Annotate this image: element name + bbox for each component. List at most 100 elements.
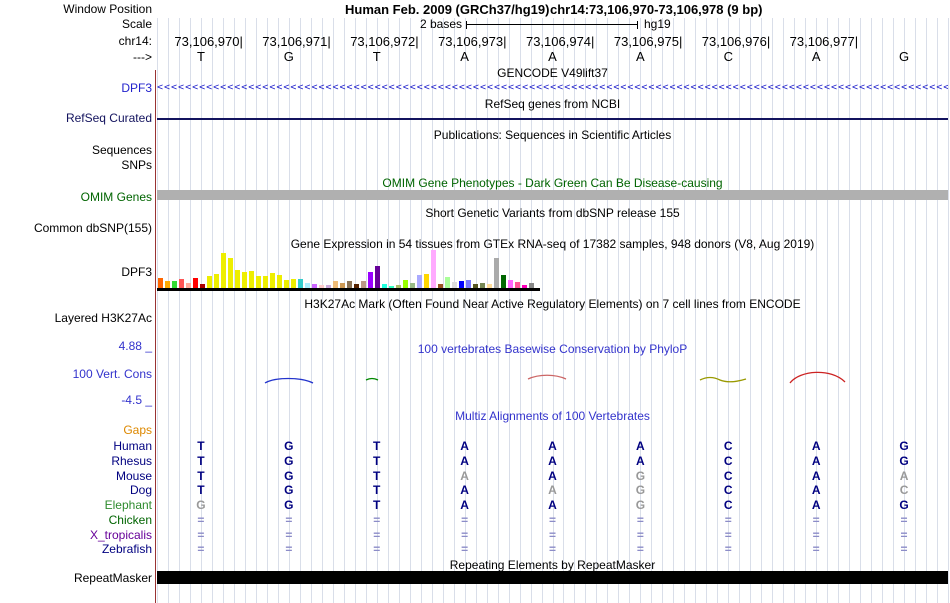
gtex-gene-label[interactable]: DPF3 <box>0 265 152 279</box>
scale-genome-label: hg19 <box>644 17 671 31</box>
dbsnp-track-title[interactable]: Short Genetic Variants from dbSNP releas… <box>157 206 948 220</box>
gtex-tissue-bar[interactable] <box>396 285 401 288</box>
gtex-tissue-bar[interactable] <box>522 285 527 288</box>
alignment-base: G <box>284 439 294 453</box>
gtex-tissue-bar[interactable] <box>529 283 534 288</box>
sequences-label[interactable]: Sequences <box>0 143 152 157</box>
gtex-tissue-bar[interactable] <box>347 281 352 288</box>
gtex-tissue-bar[interactable] <box>326 285 331 288</box>
gtex-tissue-bar[interactable] <box>452 282 457 288</box>
gtex-tissue-bar[interactable] <box>179 279 184 288</box>
gtex-tissue-bar[interactable] <box>466 280 471 288</box>
alignment-base: = <box>461 527 469 542</box>
gtex-tissue-bar[interactable] <box>172 281 177 288</box>
gtex-tissue-bar[interactable] <box>508 280 513 288</box>
gtex-tissue-bar[interactable] <box>284 280 289 288</box>
gtex-tissue-bar[interactable] <box>445 277 450 288</box>
gtex-tissue-bar[interactable] <box>375 266 380 288</box>
gtex-tissue-bar[interactable] <box>214 274 219 288</box>
gtex-tissue-bar[interactable] <box>473 284 478 288</box>
gtex-tissue-bar[interactable] <box>298 279 303 288</box>
alignment-base: G <box>284 498 294 512</box>
gtex-tissue-bar[interactable] <box>193 278 198 288</box>
alignment-base: = <box>461 542 469 557</box>
gtex-tissue-bar[interactable] <box>235 270 240 288</box>
gtex-tissue-bar[interactable] <box>186 283 191 288</box>
h3k27ac-label[interactable]: Layered H3K27Ac <box>0 311 152 325</box>
gtex-tissue-bar[interactable] <box>242 272 247 288</box>
gtex-tissue-bar[interactable] <box>459 281 464 288</box>
gtex-tissue-bar[interactable] <box>165 281 170 288</box>
refseq-gene-line[interactable] <box>157 118 948 120</box>
species-label-mouse[interactable]: Mouse <box>0 469 152 483</box>
species-label-x_tropicalis[interactable]: X_tropicalis <box>0 528 152 542</box>
gtex-tissue-bar[interactable] <box>480 283 485 288</box>
omim-track-title[interactable]: OMIM Gene Phenotypes - Dark Green Can Be… <box>157 176 948 190</box>
omim-genes-label[interactable]: OMIM Genes <box>0 190 152 204</box>
gtex-tissue-bar[interactable] <box>354 284 359 288</box>
species-label-elephant[interactable]: Elephant <box>0 498 152 512</box>
alignment-base: A <box>460 483 469 498</box>
species-label-chicken[interactable]: Chicken <box>0 513 152 527</box>
repeatmasker-track-title[interactable]: Repeating Elements by RepeatMasker <box>157 558 948 572</box>
alignment-base: C <box>723 483 733 498</box>
gtex-tissue-bar[interactable] <box>263 276 268 288</box>
omim-gene-bar[interactable] <box>157 190 948 200</box>
gaps-label[interactable]: Gaps <box>0 423 152 437</box>
gtex-tissue-bar[interactable] <box>256 276 261 288</box>
gencode-track-title[interactable]: GENCODE V49lift37 <box>157 66 948 80</box>
gtex-tissue-bar[interactable] <box>368 272 373 288</box>
gencode-gene-label[interactable]: DPF3 <box>0 81 152 95</box>
gencode-gene-line[interactable]: <<<<<<<<<<<<<<<<<<<<<<<<<<<<<<<<<<<<<<<<… <box>157 81 948 94</box>
species-label-rhesus[interactable]: Rhesus <box>0 454 152 468</box>
gtex-tissue-bar[interactable] <box>333 281 338 288</box>
gtex-tissue-bar[interactable] <box>515 282 520 288</box>
gtex-tissue-bar[interactable] <box>361 281 366 288</box>
alignment-base: G <box>635 498 646 512</box>
phylop-mark <box>365 377 379 381</box>
snps-label[interactable]: SNPs <box>0 158 152 172</box>
gtex-tissue-bar[interactable] <box>501 275 506 288</box>
gtex-tissue-bar[interactable] <box>291 279 296 288</box>
gtex-tissue-bar[interactable] <box>403 280 408 288</box>
gtex-tissue-bar[interactable] <box>158 278 163 288</box>
gtex-tissue-bar[interactable] <box>417 275 422 288</box>
multiz-track-title[interactable]: Multiz Alignments of 100 Vertebrates <box>157 409 948 423</box>
species-label-human[interactable]: Human <box>0 439 152 453</box>
phylop-wiggle[interactable] <box>157 345 948 403</box>
gtex-tissue-bar[interactable] <box>494 258 499 288</box>
gtex-tissue-bar[interactable] <box>228 258 233 288</box>
repeatmasker-bar[interactable] <box>157 571 948 584</box>
gtex-tissue-bar[interactable] <box>340 283 345 288</box>
gtex-track-title[interactable]: Gene Expression in 54 tissues from GTEx … <box>157 237 948 251</box>
gtex-tissue-bar[interactable] <box>277 275 282 288</box>
gtex-baseline[interactable] <box>157 288 540 291</box>
gtex-tissue-bar[interactable] <box>424 274 429 288</box>
h3k27ac-track-title[interactable]: H3K27Ac Mark (Often Found Near Active Re… <box>157 297 948 311</box>
gtex-tissue-bar[interactable] <box>221 253 226 288</box>
alignment-base: = <box>197 542 205 557</box>
repeatmasker-label[interactable]: RepeatMasker <box>0 571 152 585</box>
gtex-tissue-bar[interactable] <box>431 250 436 288</box>
refseq-curated-label[interactable]: RefSeq Curated <box>0 111 152 125</box>
gtex-tissue-bar[interactable] <box>312 284 317 288</box>
strand-arrow-label[interactable]: ---> <box>0 50 152 64</box>
gtex-tissue-bar[interactable] <box>410 283 415 288</box>
gtex-tissue-bar[interactable] <box>207 276 212 288</box>
publications-track-title[interactable]: Publications: Sequences in Scientific Ar… <box>157 128 948 142</box>
alignment-base: = <box>373 542 381 557</box>
gtex-tissue-bar[interactable] <box>200 284 205 288</box>
species-label-zebrafish[interactable]: Zebrafish <box>0 542 152 556</box>
gtex-tissue-bar[interactable] <box>305 283 310 288</box>
phylop-label[interactable]: 100 Vert. Cons <box>0 367 152 381</box>
gtex-tissue-bar[interactable] <box>249 271 254 288</box>
gtex-tissue-bar[interactable] <box>319 285 324 288</box>
species-label-dog[interactable]: Dog <box>0 483 152 497</box>
gtex-tissue-bar[interactable] <box>438 284 443 288</box>
gtex-tissue-bar[interactable] <box>487 284 492 288</box>
gtex-tissue-bar[interactable] <box>270 273 275 288</box>
gtex-tissue-bar[interactable] <box>382 284 387 288</box>
refseq-track-title[interactable]: RefSeq genes from NCBI <box>157 97 948 111</box>
gtex-tissue-bar[interactable] <box>389 286 394 288</box>
dbsnp-label[interactable]: Common dbSNP(155) <box>0 221 152 235</box>
